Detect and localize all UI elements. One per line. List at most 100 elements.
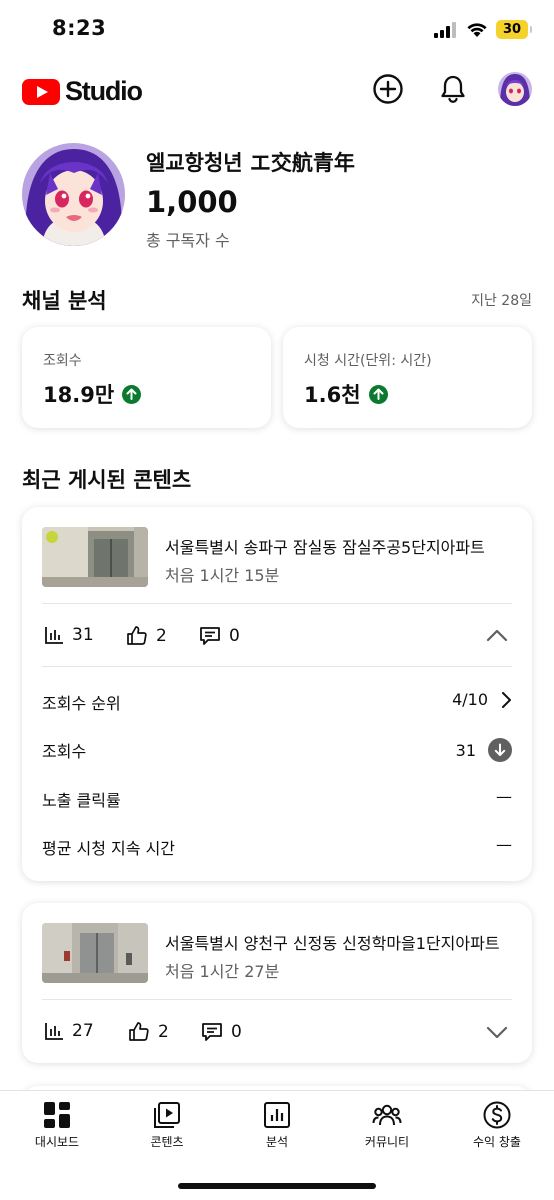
- account-avatar[interactable]: [498, 72, 532, 106]
- collapse-button[interactable]: [486, 627, 508, 646]
- stat-label: 시청 시간(단위: 시간): [304, 353, 432, 369]
- stat-label: 조회수: [43, 353, 82, 369]
- detail-label: 조회수: [42, 742, 87, 761]
- wifi-icon: [467, 22, 487, 37]
- detail-value-group: 31: [456, 738, 512, 762]
- divider: [42, 603, 512, 604]
- battery-indicator: 30: [496, 20, 532, 39]
- video-card: 서울특별시 송파구 잠실동 잠실주공5단지아파트 처음 1시간 15분 31 2…: [22, 507, 532, 881]
- views-metric: 31: [44, 625, 94, 645]
- detail-row-ctr: 노출 클릭률 —: [42, 787, 512, 811]
- bar-chart-icon: [45, 1023, 63, 1040]
- detail-label: 조회수 순위: [42, 694, 121, 713]
- analytics-section-title: 채널 분석: [22, 289, 107, 313]
- subscriber-count: 1,000: [146, 185, 238, 219]
- video-title[interactable]: 서울특별시 송파구 잠실동 잠실주공5단지아파트: [165, 534, 505, 558]
- nav-monetization[interactable]: 수익 창출: [442, 1091, 552, 1161]
- status-bar: 8:23 30: [0, 0, 554, 58]
- stat-value: 1.6천: [304, 383, 361, 407]
- nav-label: 수익 창출: [473, 1135, 521, 1149]
- nav-content[interactable]: 콘텐츠: [112, 1091, 222, 1161]
- thumb-up-icon: [129, 1022, 149, 1041]
- video-thumbnail[interactable]: [42, 923, 148, 983]
- channel-summary: 엘교항청년 エ交航青年 1,000 총 구독자 수: [22, 143, 532, 250]
- avatar-image: [498, 72, 532, 106]
- channel-avatar[interactable]: [22, 143, 125, 246]
- thumbnail-image: [42, 527, 148, 587]
- comments-metric: 0: [201, 1021, 242, 1042]
- stat-value: 18.9만: [43, 383, 115, 407]
- youtube-studio-logo[interactable]: Studio: [22, 76, 143, 107]
- detail-label: 노출 클릭률: [42, 791, 121, 810]
- community-icon: [372, 1104, 402, 1126]
- detail-label: 평균 시청 지속 시간: [42, 839, 176, 858]
- create-button[interactable]: [369, 70, 407, 108]
- comments-metric: 0: [199, 625, 240, 646]
- studio-dashboard-screen: 8:23 30 Studio 엘교항청년 エ交航青年 1,000 총 구독자 수…: [0, 0, 554, 1200]
- content-icon: [154, 1102, 180, 1128]
- stat-card-watch-time[interactable]: 시청 시간(단위: 시간) 1.6천: [283, 327, 532, 428]
- comment-icon: [202, 1023, 222, 1041]
- comments-count: 0: [231, 1021, 242, 1042]
- chevron-right-icon: [502, 691, 511, 708]
- cellular-signal-icon: [434, 21, 456, 38]
- status-icons: 30: [434, 20, 532, 39]
- plus-circle-icon: [373, 74, 403, 104]
- subscriber-label: 총 구독자 수: [146, 231, 230, 250]
- nav-dashboard[interactable]: 대시보드: [2, 1091, 112, 1161]
- views-count: 31: [72, 625, 94, 645]
- detail-value: 4/10: [452, 690, 488, 709]
- status-time: 8:23: [52, 16, 107, 40]
- thumbnail-image: [42, 923, 148, 983]
- chevron-up-icon: [486, 629, 508, 642]
- nav-label: 분석: [265, 1135, 289, 1149]
- nav-label: 커뮤니티: [364, 1135, 410, 1149]
- channel-avatar-image: [22, 143, 125, 246]
- video-thumbnail[interactable]: [42, 527, 148, 587]
- views-count: 27: [72, 1021, 94, 1041]
- comment-icon: [200, 627, 220, 645]
- stat-card-views[interactable]: 조회수 18.9만: [22, 327, 271, 428]
- youtube-play-icon: [22, 78, 60, 105]
- divider: [42, 999, 512, 1000]
- video-time: 처음 1시간 15분: [165, 566, 280, 585]
- chevron-down-icon: [486, 1026, 508, 1039]
- likes-metric: 2: [126, 625, 167, 646]
- home-indicator: [178, 1183, 376, 1189]
- trend-up-icon: [368, 384, 388, 404]
- bell-icon: [441, 75, 465, 103]
- divider: [42, 666, 512, 667]
- analytics-icon: [264, 1102, 290, 1128]
- video-title[interactable]: 서울특별시 양천구 신정동 신정학마을1단지아파트: [165, 930, 505, 954]
- monetization-icon: [483, 1101, 511, 1129]
- app-header: Studio: [0, 58, 554, 122]
- stat-value-row: 18.9만: [43, 379, 142, 409]
- thumb-up-icon: [127, 626, 147, 645]
- video-time: 처음 1시간 27분: [165, 962, 280, 981]
- comments-count: 0: [229, 625, 240, 646]
- notifications-button[interactable]: [434, 70, 472, 108]
- bar-chart-icon: [45, 627, 63, 644]
- detail-row-view-rank[interactable]: 조회수 순위 4/10: [42, 690, 512, 714]
- detail-row-views: 조회수 31: [42, 738, 512, 762]
- trend-down-icon: [488, 738, 512, 762]
- nav-analytics[interactable]: 분석: [222, 1091, 332, 1161]
- likes-metric: 2: [128, 1021, 169, 1042]
- likes-count: 2: [158, 1021, 169, 1042]
- dashboard-icon: [44, 1102, 70, 1128]
- expand-button[interactable]: [486, 1025, 508, 1044]
- nav-community[interactable]: 커뮤니티: [332, 1091, 442, 1161]
- recent-content-title: 최근 게시된 콘텐츠: [22, 468, 192, 492]
- detail-value: —: [496, 787, 512, 806]
- channel-name: 엘교항청년 エ交航青年: [146, 151, 355, 175]
- detail-row-avg-view-duration: 평균 시청 지속 시간 —: [42, 835, 512, 859]
- likes-count: 2: [156, 625, 167, 646]
- nav-label: 콘텐츠: [150, 1135, 184, 1149]
- nav-label: 대시보드: [34, 1135, 80, 1149]
- video-card: 서울특별시 양천구 신정동 신정학마을1단지아파트 처음 1시간 27분 27 …: [22, 903, 532, 1063]
- detail-value-group: 4/10: [452, 690, 512, 709]
- analytics-period: 지난 28일: [471, 293, 532, 309]
- trend-up-icon: [122, 384, 142, 404]
- detail-value: 31: [455, 740, 476, 760]
- logo-text: Studio: [65, 76, 143, 106]
